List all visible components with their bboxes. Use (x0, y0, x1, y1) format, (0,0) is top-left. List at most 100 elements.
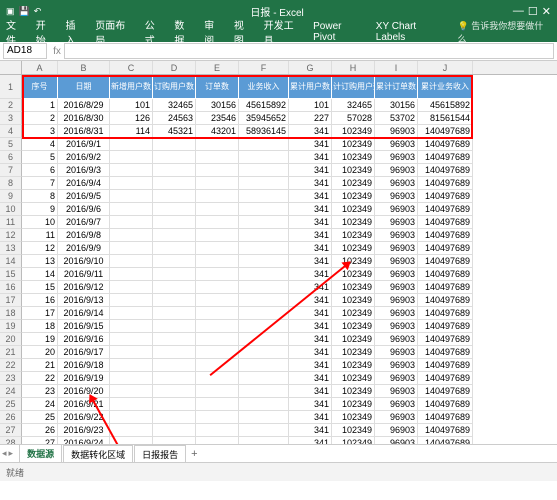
cell[interactable]: 140497689 (418, 268, 473, 281)
row-header[interactable]: 12 (0, 229, 22, 242)
cell[interactable]: 7 (22, 177, 58, 190)
cell[interactable] (153, 216, 196, 229)
cell[interactable]: 96903 (375, 281, 418, 294)
cell[interactable]: 2016/9/1 (58, 138, 110, 151)
cell[interactable]: 102349 (332, 203, 375, 216)
cell[interactable] (110, 294, 153, 307)
cell[interactable]: 81561544 (418, 112, 473, 125)
tab-powerpivot[interactable]: Power Pivot (313, 21, 366, 43)
cell[interactable]: 341 (289, 424, 332, 437)
cell[interactable] (239, 281, 289, 294)
cell[interactable] (196, 294, 239, 307)
cell[interactable]: 140497689 (418, 385, 473, 398)
cell[interactable]: 341 (289, 307, 332, 320)
cell[interactable]: 140497689 (418, 125, 473, 138)
cell[interactable] (153, 281, 196, 294)
row-header[interactable]: 14 (0, 255, 22, 268)
cell[interactable] (196, 151, 239, 164)
col-header-H[interactable]: H (332, 61, 375, 74)
cell[interactable]: 20 (22, 346, 58, 359)
cell[interactable]: 96903 (375, 177, 418, 190)
cell[interactable] (153, 151, 196, 164)
cell[interactable] (110, 138, 153, 151)
cell[interactable] (196, 138, 239, 151)
row-header[interactable]: 16 (0, 281, 22, 294)
undo-icon[interactable]: ↶ (34, 6, 42, 17)
cell[interactable]: 30156 (375, 99, 418, 112)
row-header[interactable]: 9 (0, 190, 22, 203)
cell[interactable]: 2016/8/29 (58, 99, 110, 112)
cell[interactable]: 2016/9/21 (58, 398, 110, 411)
cell[interactable]: 140497689 (418, 359, 473, 372)
cell[interactable] (196, 398, 239, 411)
cell[interactable]: 341 (289, 151, 332, 164)
cell[interactable]: 341 (289, 372, 332, 385)
cell[interactable]: 102349 (332, 138, 375, 151)
header-cell[interactable]: 业务收入 (239, 75, 289, 99)
cell[interactable]: 140497689 (418, 255, 473, 268)
cell[interactable]: 102349 (332, 177, 375, 190)
cell[interactable]: 341 (289, 385, 332, 398)
row-header[interactable]: 20 (0, 333, 22, 346)
cell[interactable]: 140497689 (418, 411, 473, 424)
row-header[interactable]: 19 (0, 320, 22, 333)
cell[interactable] (196, 190, 239, 203)
header-cell[interactable]: 日期 (58, 75, 110, 99)
cell[interactable] (153, 229, 196, 242)
cell[interactable]: 9 (22, 203, 58, 216)
cell[interactable]: 2016/9/7 (58, 216, 110, 229)
cell[interactable]: 140497689 (418, 242, 473, 255)
cell[interactable]: 102349 (332, 385, 375, 398)
row-header[interactable]: 3 (0, 112, 22, 125)
formula-input[interactable] (64, 43, 554, 59)
row-header[interactable]: 13 (0, 242, 22, 255)
cell[interactable]: 2016/9/10 (58, 255, 110, 268)
cell[interactable]: 96903 (375, 320, 418, 333)
maximize-icon[interactable]: ☐ (528, 5, 538, 18)
cell[interactable]: 341 (289, 164, 332, 177)
cell[interactable]: 102349 (332, 320, 375, 333)
cell[interactable] (153, 320, 196, 333)
cell[interactable] (239, 372, 289, 385)
row-header[interactable]: 17 (0, 294, 22, 307)
cell[interactable]: 14 (22, 268, 58, 281)
cell[interactable]: 2016/9/14 (58, 307, 110, 320)
cell[interactable]: 140497689 (418, 138, 473, 151)
cell[interactable]: 2016/9/13 (58, 294, 110, 307)
cell[interactable]: 102349 (332, 151, 375, 164)
row-header[interactable]: 4 (0, 125, 22, 138)
cell[interactable] (110, 411, 153, 424)
cell[interactable]: 2016/9/5 (58, 190, 110, 203)
cell[interactable] (196, 307, 239, 320)
cell[interactable]: 341 (289, 242, 332, 255)
col-header-J[interactable]: J (418, 61, 473, 74)
cell[interactable] (239, 359, 289, 372)
cell[interactable]: 16 (22, 294, 58, 307)
cell[interactable]: 341 (289, 177, 332, 190)
cell[interactable] (153, 385, 196, 398)
cell[interactable]: 45615892 (418, 99, 473, 112)
cell[interactable]: 227 (289, 112, 332, 125)
header-cell[interactable]: 新增用户数 (110, 75, 153, 99)
cell[interactable] (196, 268, 239, 281)
cell[interactable] (153, 307, 196, 320)
tab-xychart[interactable]: XY Chart Labels (376, 21, 448, 43)
cell[interactable]: 102349 (332, 255, 375, 268)
row-header[interactable]: 22 (0, 359, 22, 372)
col-header-B[interactable]: B (58, 61, 110, 74)
cell[interactable] (153, 372, 196, 385)
cell[interactable]: 8 (22, 190, 58, 203)
cell[interactable]: 140497689 (418, 398, 473, 411)
cell[interactable]: 341 (289, 346, 332, 359)
cell[interactable]: 102349 (332, 424, 375, 437)
cell[interactable]: 126 (110, 112, 153, 125)
cell[interactable] (196, 281, 239, 294)
col-header-I[interactable]: I (375, 61, 418, 74)
col-header-F[interactable]: F (239, 61, 289, 74)
cell[interactable]: 32465 (153, 99, 196, 112)
cell[interactable]: 101 (289, 99, 332, 112)
cell[interactable] (239, 346, 289, 359)
cell[interactable] (196, 320, 239, 333)
cell[interactable] (239, 385, 289, 398)
cell[interactable]: 2 (22, 112, 58, 125)
